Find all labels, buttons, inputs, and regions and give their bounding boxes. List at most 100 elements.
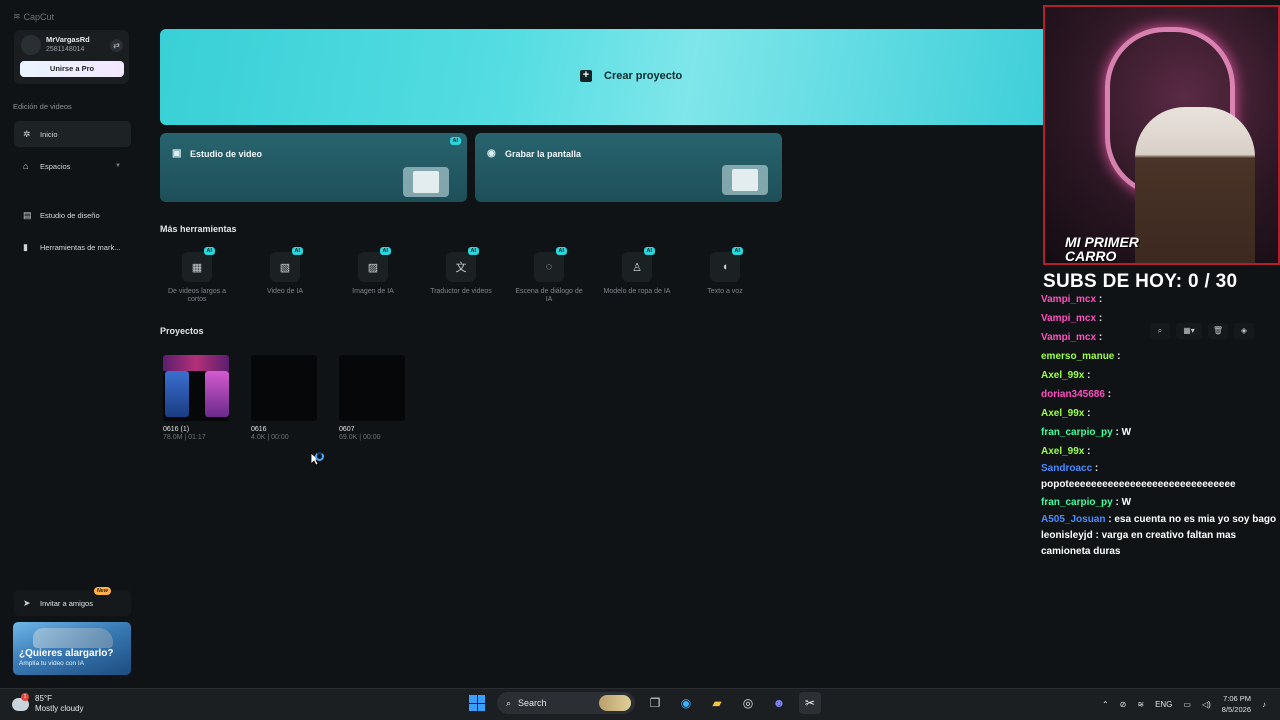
network-off-icon[interactable]: ⊘ (1120, 700, 1127, 709)
obs-icon[interactable]: ◎ (737, 692, 759, 714)
chat-username[interactable]: Axel_99x (1041, 408, 1084, 419)
tool-dialog-scene[interactable]: ◌ AI Escena de diálogo de IA (512, 247, 586, 304)
chat-username[interactable]: Axel_99x (1041, 370, 1084, 381)
tool-label: Texto a voz (707, 288, 743, 295)
sidebar-item-estudio-diseno[interactable]: ▤ Estudio de diseño (14, 202, 131, 228)
chat-username[interactable]: Vampi_mcx (1041, 332, 1096, 343)
invite-friends-button[interactable]: ➤ Invitar a amigos New (14, 587, 131, 616)
discord-icon[interactable]: ☻ (768, 692, 790, 714)
chevron-up-icon[interactable]: ⌃ (1102, 700, 1109, 709)
sidebar-item-herramientas-marketing[interactable]: ▮ Herramientas de mark... (14, 234, 131, 260)
car-image (33, 628, 113, 648)
tool-label: Traductor de videos (430, 288, 492, 295)
capcut-taskbar-icon[interactable]: ✂ (799, 692, 821, 714)
chat-message: Vampi_mcx : (1041, 290, 1280, 309)
project-card[interactable]: 0616 4.0K | 00:00 (251, 355, 317, 441)
notification-bell-icon[interactable]: ♪ (1262, 700, 1266, 709)
chat-separator: : (1104, 389, 1112, 400)
chat-message: Axel_99x : (1041, 366, 1280, 385)
search-placeholder: Search (518, 698, 547, 708)
chat-username[interactable]: Vampi_mcx (1041, 313, 1096, 324)
video-studio-icon: ▣ (172, 148, 182, 159)
tool-label: Imagen de IA (352, 288, 394, 295)
chat-separator: : (1096, 332, 1103, 343)
tool-ai-image[interactable]: ▨ AI Imagen de IA (336, 247, 410, 296)
sidebar: ≋ CapCut MrVargasRd 2581148014 ⇄ Unirse … (0, 0, 142, 688)
weather-widget[interactable]: 1 85°F Mostly cloudy (12, 692, 83, 714)
sidebar-item-inicio[interactable]: ✲ Inicio (14, 121, 131, 147)
chat-username[interactable]: fran_carpio_py (1041, 497, 1113, 508)
project-name: 0616 (1) (163, 426, 190, 433)
chat-username[interactable]: dorian345686 (1041, 389, 1105, 400)
taskbar-search[interactable]: ⌕ Search (497, 692, 635, 714)
plus-icon: + (580, 70, 592, 82)
card-label: Grabar la pantalla (505, 149, 582, 159)
user-id: 2581148014 (46, 46, 85, 53)
chat-separator: : (1084, 446, 1091, 457)
search-highlight-image (599, 695, 631, 711)
screen-record-card[interactable]: ◉ Grabar la pantalla (475, 133, 782, 202)
edge-icon[interactable]: ◉ (675, 692, 697, 714)
project-thumbnail[interactable] (251, 355, 317, 421)
tool-ai-video[interactable]: ▧ AI Video de IA (248, 247, 322, 296)
caption-line: CARRO (1065, 248, 1117, 264)
tool-text-to-speech[interactable]: ◖ AI Texto a voz (688, 247, 762, 296)
avatar[interactable] (21, 35, 41, 55)
chat-message: Axel_99x : (1041, 442, 1280, 461)
app-name: CapCut (23, 11, 55, 22)
display-icon[interactable]: ▭ (1183, 700, 1191, 709)
ai-badge: AI (291, 247, 303, 255)
chat-username[interactable]: Vampi_mcx (1041, 294, 1096, 305)
card-preview-image (722, 165, 768, 195)
join-pro-button[interactable]: Unirse a Pro (20, 61, 124, 77)
chat-username[interactable]: fran_carpio_py (1041, 427, 1113, 438)
card-preview-image (403, 167, 449, 197)
promo-banner[interactable]: ¿Quieres alargarlo? Amplía tu video con … (13, 622, 131, 675)
chat-message: Vampi_mcx : (1041, 328, 1280, 347)
marketing-icon: ▮ (23, 241, 28, 252)
volume-icon[interactable]: ◁) (1202, 700, 1211, 709)
windows-start-icon[interactable] (466, 692, 488, 714)
tool-label: De videos largos a cortos (168, 288, 226, 303)
project-thumbnail[interactable] (339, 355, 405, 421)
switch-account-icon[interactable]: ⇄ (110, 39, 123, 52)
ai-badge: AI (203, 247, 215, 255)
send-icon: ➤ (23, 597, 31, 608)
chat-separator: : (1112, 427, 1122, 438)
project-thumbnail[interactable] (163, 355, 229, 421)
chat-separator: : (1092, 530, 1102, 541)
project-card[interactable]: 0616 (1) 78.0M | 01:17 (163, 355, 229, 441)
task-view-icon[interactable]: ❐ (644, 692, 666, 714)
promo-title: ¿Quieres alargarlo? (19, 648, 114, 659)
chat-message: fran_carpio_py : W (1041, 493, 1280, 512)
create-project-banner[interactable]: + Crear proyecto (160, 29, 1043, 125)
sidebar-section-label: Edición de videos (13, 102, 72, 111)
record-icon: ◉ (487, 148, 496, 159)
language-indicator[interactable]: ENG (1155, 700, 1172, 709)
tool-long-to-short[interactable]: ▦ AI De videos largos a cortos (160, 247, 234, 304)
tool-clothing-model[interactable]: ♙ AI Modelo de ropa de IA (600, 247, 674, 296)
capcut-window: ≋ CapCut MrVargasRd 2581148014 ⇄ Unirse … (0, 0, 1280, 688)
chat-username[interactable]: leonisleyjd (1041, 530, 1093, 541)
clock[interactable]: 7:06 PM 8/5/2026 (1222, 693, 1251, 715)
chat-username[interactable]: A505_Josuan (1041, 514, 1105, 525)
create-project-button[interactable]: + Crear proyecto (580, 70, 682, 82)
webcam-caption: MI PRIMER CARRO (1065, 235, 1139, 263)
chat-username[interactable]: Axel_99x (1041, 446, 1084, 457)
file-explorer-icon[interactable]: ▰ (706, 692, 728, 714)
sidebar-item-espacios[interactable]: ⌂ Espacios ▼ (14, 153, 131, 179)
chevron-down-icon[interactable]: ▼ (115, 163, 121, 169)
chat-text: W (1121, 497, 1132, 508)
project-card[interactable]: 0607 69.0K | 00:00 (339, 355, 405, 441)
chat-username[interactable]: emerso_manue (1041, 351, 1114, 362)
wifi-icon[interactable]: ≋ (1137, 700, 1144, 709)
stream-chat: Vampi_mcx : Vampi_mcx : Vampi_mcx : emer… (1041, 290, 1280, 560)
username: MrVargasRd (46, 35, 90, 44)
chat-separator: : (1092, 463, 1099, 474)
chat-message: Axel_99x : (1041, 404, 1280, 423)
video-studio-card[interactable]: ▣ Estudio de video AI (160, 133, 467, 202)
tools-section-title: Más herramientas (160, 224, 237, 234)
chat-username[interactable]: Sandroacc (1041, 463, 1092, 474)
tool-video-translator[interactable]: 文 AI Traductor de videos (424, 247, 498, 296)
ai-video-icon: ▧ (279, 261, 291, 274)
